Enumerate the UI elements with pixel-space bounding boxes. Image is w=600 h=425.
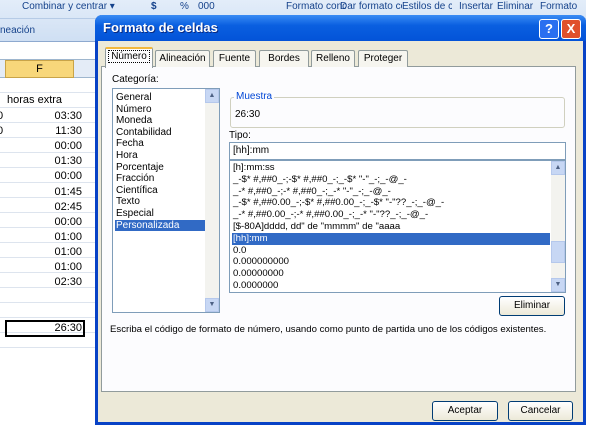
value-cell[interactable]: 01:30 bbox=[54, 155, 82, 167]
format-as-table-button[interactable]: Dar formato como tabla bbox=[340, 1, 402, 12]
category-item[interactable]: Hora bbox=[115, 150, 205, 162]
sample-label: Muestra bbox=[234, 91, 275, 102]
category-item[interactable]: Número bbox=[115, 104, 205, 116]
delete-format-button[interactable]: Eliminar bbox=[499, 296, 565, 316]
dialog-title: Formato de celdas bbox=[103, 20, 218, 35]
sheet-right-edge bbox=[586, 0, 600, 418]
format-code-item[interactable]: _-$* #,##0_-;-$* #,##0_-;_-$* "-"_-;_-@_… bbox=[232, 174, 550, 186]
value-cell[interactable]: 01:00 bbox=[54, 246, 82, 258]
format-button[interactable]: Formato bbox=[540, 1, 577, 12]
category-item[interactable]: Fracción bbox=[115, 173, 205, 185]
format-code-item[interactable]: 0.0000000 bbox=[232, 280, 550, 292]
type-input[interactable]: [hh]:mm bbox=[229, 142, 566, 160]
thousands-button[interactable]: 000 bbox=[198, 1, 215, 12]
format-code-list[interactable]: ▲ ▼ [h]:mm:ss _-$* #,##0_-;-$* #,##0_-;_-… bbox=[229, 160, 566, 293]
format-code-item[interactable]: 0.000000000 bbox=[232, 256, 550, 268]
cancel-button[interactable]: Cancelar bbox=[508, 401, 573, 421]
value-cell[interactable]: 01:00 bbox=[54, 231, 82, 243]
tab-label: Alineación bbox=[159, 53, 206, 64]
tab-1[interactable]: Alineación bbox=[155, 50, 210, 67]
sheet-row bbox=[0, 78, 95, 93]
currency-button[interactable]: $ bbox=[151, 1, 157, 12]
value-cell[interactable]: 03:30 bbox=[54, 110, 82, 122]
value-cell[interactable]: 00:00 bbox=[54, 216, 82, 228]
format-code-item[interactable]: _-* #,##0_-;-* #,##0_-;_-* "-"_-;_-@_- bbox=[232, 186, 550, 198]
column-header-f[interactable]: F bbox=[5, 60, 74, 78]
value-cell[interactable]: 02:45 bbox=[54, 201, 82, 213]
category-item[interactable]: Porcentaje bbox=[115, 162, 205, 174]
category-item[interactable]: Especial bbox=[115, 208, 205, 220]
close-button[interactable]: X bbox=[561, 19, 581, 39]
sample-group bbox=[230, 97, 565, 128]
format-code-item[interactable]: _-$* #,##0.00_-;-$* #,##0.00_-;_-$* "-"?… bbox=[232, 197, 550, 209]
category-item[interactable]: Científica bbox=[115, 185, 205, 197]
category-list[interactable]: ▲ ▼ General Número Moneda Contabilidad Fecha… bbox=[112, 88, 220, 313]
format-code-item[interactable]: [hh]:mm bbox=[232, 232, 550, 245]
scroll-down-icon[interactable]: ▼ bbox=[551, 278, 565, 292]
group-label-alignment: neación bbox=[0, 25, 36, 36]
tab-4[interactable]: Relleno bbox=[311, 50, 355, 67]
value-cell[interactable]: 01:00 bbox=[54, 261, 82, 273]
format-code-item[interactable]: [h]:mm:ss bbox=[232, 162, 550, 174]
category-item[interactable]: General bbox=[115, 92, 205, 104]
format-code-item[interactable]: [$-80A]dddd, dd" de "mmmm" de "aaaa bbox=[232, 221, 550, 233]
help-button[interactable]: ? bbox=[539, 19, 559, 39]
tab-2[interactable]: Fuente bbox=[213, 50, 256, 67]
tab-0[interactable]: Número bbox=[105, 47, 153, 68]
value-cell[interactable]: 00:00 bbox=[54, 140, 82, 152]
category-item[interactable]: Texto bbox=[115, 196, 205, 208]
format-code-item[interactable]: 0.0 bbox=[232, 245, 550, 257]
tab-label: Número bbox=[108, 50, 150, 63]
value-cell[interactable]: 01:45 bbox=[54, 186, 82, 198]
tab-label: Bordes bbox=[268, 53, 300, 64]
category-scrollbar[interactable]: ▲ ▼ bbox=[205, 89, 219, 312]
scroll-up-icon[interactable]: ▲ bbox=[205, 89, 219, 103]
delete-cells-button[interactable]: Eliminar bbox=[497, 1, 533, 12]
cell-styles-button[interactable]: Estilos de celda bbox=[402, 1, 452, 12]
code-list-scrollbar[interactable]: ▲ ▼ bbox=[551, 161, 565, 292]
insert-button[interactable]: Insertar bbox=[459, 1, 493, 12]
merge-center-button[interactable]: Combinar y centrar ▾ bbox=[22, 1, 115, 12]
value-cell[interactable]: 00:00 bbox=[54, 170, 82, 182]
type-label: Tipo: bbox=[229, 130, 251, 141]
category-item[interactable]: Personalizada bbox=[115, 219, 205, 232]
tab-label: Relleno bbox=[316, 53, 350, 64]
tab-5[interactable]: Proteger bbox=[358, 50, 408, 67]
percent-button[interactable]: % bbox=[180, 1, 189, 12]
format-code-item[interactable]: 0.00000000 bbox=[232, 268, 550, 280]
scroll-thumb[interactable] bbox=[551, 241, 565, 263]
format-code-item[interactable]: _-* #,##0.00_-;-* #,##0.00_-;_-* "-"??_-… bbox=[232, 209, 550, 221]
tab-label: Proteger bbox=[363, 53, 403, 64]
cell-fragment[interactable]: 0 bbox=[0, 125, 3, 137]
conditional-format-button[interactable]: Formato condicional bbox=[286, 1, 346, 12]
description-text: Escriba el código de formato de número, … bbox=[110, 324, 547, 335]
scroll-up-icon[interactable]: ▲ bbox=[551, 161, 565, 175]
category-label: Categoría: bbox=[112, 74, 159, 85]
category-item[interactable]: Fecha bbox=[115, 138, 205, 150]
sheet-row bbox=[0, 303, 95, 318]
ok-button[interactable]: Aceptar bbox=[432, 401, 498, 421]
value-cell[interactable]: 02:30 bbox=[54, 276, 82, 288]
value-cell[interactable]: 11:30 bbox=[55, 125, 82, 137]
category-item[interactable]: Contabilidad bbox=[115, 127, 205, 139]
tab-label: Fuente bbox=[218, 53, 251, 64]
sheet-row bbox=[0, 288, 95, 303]
sample-value: 26:30 bbox=[235, 109, 261, 120]
scroll-down-icon[interactable]: ▼ bbox=[205, 298, 219, 312]
tab-3[interactable]: Bordes bbox=[259, 50, 309, 67]
cell-fragment[interactable]: 0 bbox=[0, 110, 3, 122]
category-item[interactable]: Moneda bbox=[115, 115, 205, 127]
header-cell-horas-extra[interactable]: horas extra bbox=[7, 94, 62, 106]
total-cell[interactable]: 26:30 bbox=[54, 322, 82, 334]
